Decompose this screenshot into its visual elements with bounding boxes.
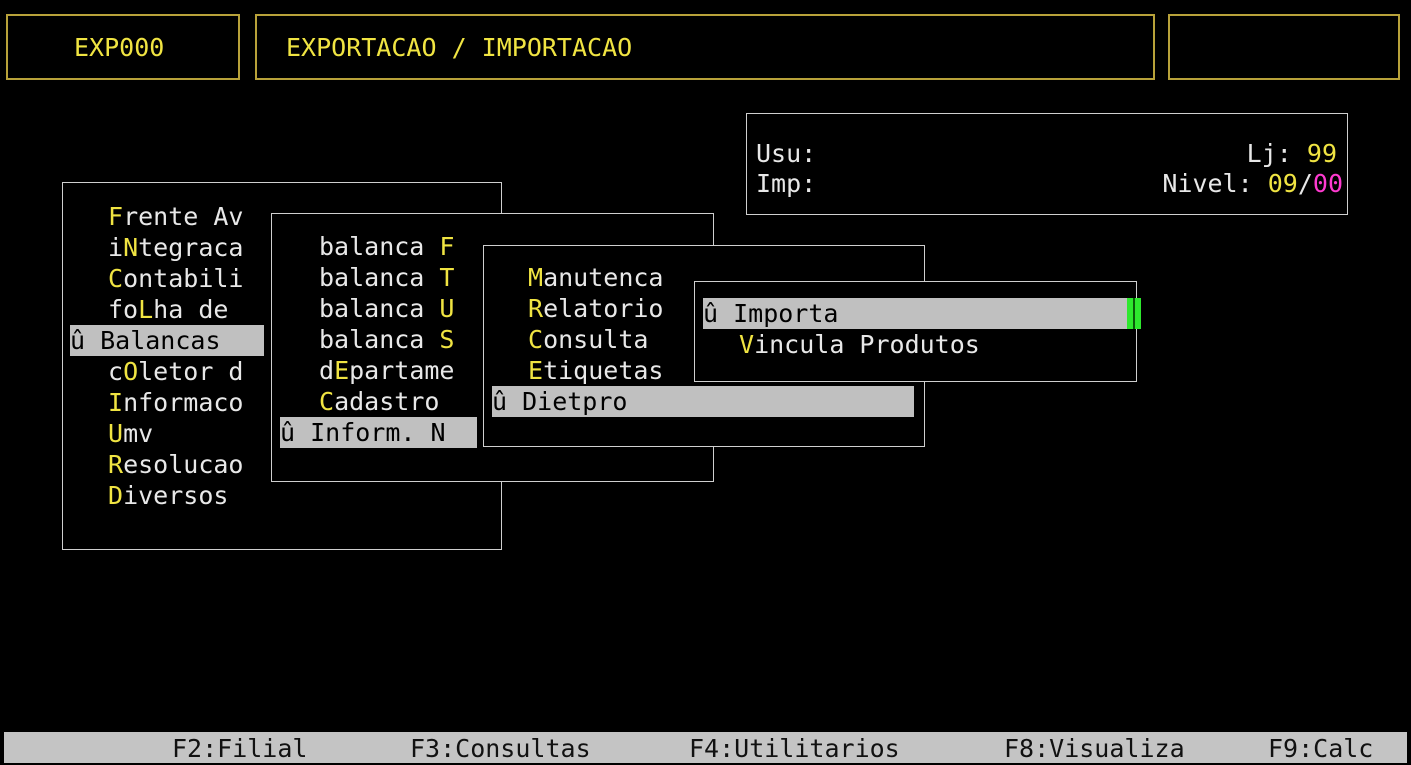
item-label-rest: tegraca [138, 233, 244, 262]
item-label-prefix: balanca [319, 325, 440, 354]
level-value-b: 00 [1312, 169, 1343, 198]
menu1-item-frente-av[interactable]: Frente Av [108, 201, 243, 232]
item-hotkey: N [123, 233, 139, 262]
menu1-item-resolucao[interactable]: Resolucao [108, 449, 243, 480]
item-label-rest: ontabili [123, 264, 244, 293]
item-label-prefix: balanca [319, 232, 440, 261]
item-hotkey: C [528, 325, 544, 354]
item-hotkey: R [528, 294, 544, 323]
item-hotkey: F [108, 202, 124, 231]
header-right-box [1168, 14, 1400, 80]
item-label-prefix: balanca [319, 263, 440, 292]
item-label-prefix: d [319, 356, 335, 385]
item-label-prefix: i [108, 233, 124, 262]
store-value: 99 [1306, 139, 1337, 168]
program-title-box: EXPORTACAO / IMPORTACAO [255, 14, 1155, 80]
function-key-f8-visualiza[interactable]: F8:Visualiza [1004, 732, 1185, 765]
imp-label: Imp: [756, 169, 817, 198]
item-label-rest: mv [123, 419, 154, 448]
text-cursor [1127, 298, 1141, 329]
item-hotkey: M [528, 263, 544, 292]
item-hotkey: O [123, 357, 139, 386]
menu4-item-selected[interactable]: û Importa [703, 298, 1128, 329]
menu3-item-relatorio[interactable]: Relatorio [528, 293, 663, 324]
item-label-rest: onsulta [543, 325, 649, 354]
item-hotkey: I [108, 388, 124, 417]
menu3-item-etiquetas[interactable]: Etiquetas [528, 355, 663, 386]
level-separator: / [1297, 169, 1313, 198]
program-title: EXPORTACAO / IMPORTACAO [286, 33, 633, 62]
item-label-rest: tiquetas [543, 356, 664, 385]
menu3-item-manutenca[interactable]: Manutenca [528, 262, 663, 293]
menu1-item-contabili[interactable]: Contabili [108, 263, 243, 294]
item-label-rest: letor d [138, 357, 244, 386]
menu2-item-balanca-t[interactable]: balanca T [319, 262, 454, 293]
menu2-item-departame[interactable]: dEpartame [319, 355, 454, 386]
item-hotkey: U [439, 294, 455, 323]
menu1-item-integraca[interactable]: iNtegraca [108, 232, 243, 263]
item-label-rest: anutenca [543, 263, 664, 292]
user-info-panel: Usu: Imp: Lj: 99 Nivel: 09/00 [746, 113, 1348, 215]
function-key-f2-filial[interactable]: F2:Filial [172, 732, 307, 765]
item-label-rest: adastro [334, 387, 440, 416]
level-label: Nivel: [1162, 169, 1253, 198]
item-hotkey: E [334, 356, 350, 385]
item-hotkey: T [439, 263, 455, 292]
menu2-item-balanca-u[interactable]: balanca U [319, 293, 454, 324]
store-field: Lj: 99 [1247, 138, 1337, 169]
item-label-prefix: c [108, 357, 124, 386]
item-hotkey: C [108, 264, 124, 293]
item-hotkey: F [439, 232, 455, 261]
item-label-rest: esolucao [123, 450, 244, 479]
item-hotkey: E [528, 356, 544, 385]
program-code: EXP000 [74, 33, 165, 62]
dietpro-submenu: û Importa Vincula Produtos [694, 281, 1137, 382]
menu3-item-consulta[interactable]: Consulta [528, 324, 648, 355]
item-label-rest: elatorio [543, 294, 664, 323]
menu1-item-diversos[interactable]: Diversos [108, 480, 228, 511]
item-label-rest: iversos [123, 481, 229, 510]
program-code-box: EXP000 [6, 14, 240, 80]
item-hotkey: L [138, 295, 154, 324]
menu1-item-umv[interactable]: Umv [108, 418, 153, 449]
menu2-item-balanca-s[interactable]: balanca S [319, 324, 454, 355]
item-label-prefix: balanca [319, 294, 440, 323]
item-hotkey: S [439, 325, 455, 354]
item-hotkey: R [108, 450, 124, 479]
item-label-rest: partame [349, 356, 455, 385]
item-label-prefix: fo [108, 295, 139, 324]
function-key-bar: F2:Filial F3:Consultas F4:Utilitarios F8:Vi… [4, 732, 1407, 763]
menu2-item-balanca-f[interactable]: balanca F [319, 231, 454, 262]
menu1-item-informaco[interactable]: Informaco [108, 387, 243, 418]
item-label-rest: rente Av [123, 202, 244, 231]
menu4-item-vincula-produtos[interactable]: Vincula Produtos [739, 329, 980, 360]
item-label-rest: nformaco [123, 388, 244, 417]
menu3-item-selected[interactable]: û Dietpro [492, 386, 914, 417]
item-label-rest: incula Produtos [754, 330, 980, 359]
level-value-a: 09 [1267, 169, 1298, 198]
menu1-item-coletor-d[interactable]: cOletor d [108, 356, 243, 387]
level-field: Nivel: 09/00 [1162, 168, 1343, 199]
item-label-rest: ha de [153, 295, 229, 324]
item-hotkey: V [739, 330, 755, 359]
menu2-item-cadastro[interactable]: Cadastro [319, 386, 439, 417]
usu-label: Usu: [756, 139, 817, 168]
menu1-item-folha-de[interactable]: foLha de [108, 294, 228, 325]
function-key-f4-utilitarios[interactable]: F4:Utilitarios [689, 732, 900, 765]
store-label: Lj: [1246, 139, 1292, 168]
item-hotkey: U [108, 419, 124, 448]
menu2-item-selected[interactable]: û Inform. N [280, 417, 477, 448]
menu1-item-selected[interactable]: û Balancas [70, 325, 264, 356]
function-key-f3-consultas[interactable]: F3:Consultas [410, 732, 591, 765]
item-hotkey: D [108, 481, 124, 510]
function-key-f9-calc[interactable]: F9:Calc [1268, 732, 1373, 765]
item-hotkey: C [319, 387, 335, 416]
